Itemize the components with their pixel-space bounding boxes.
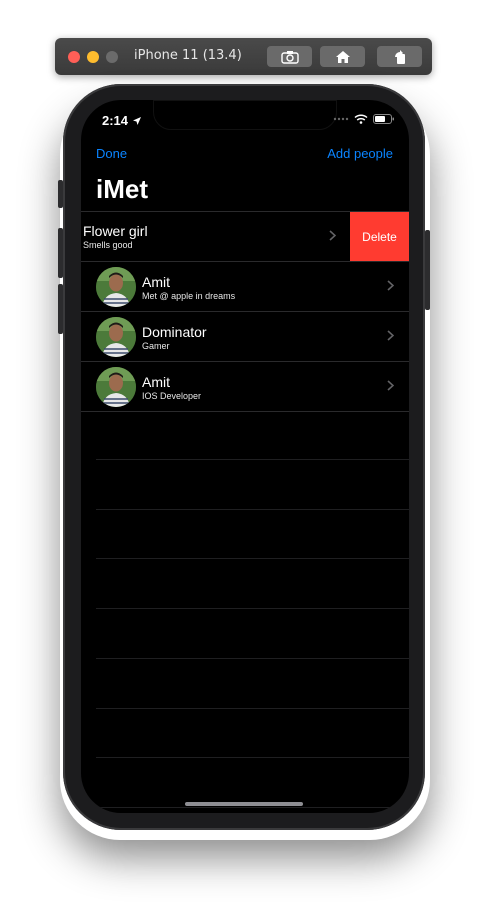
empty-row-divider	[96, 757, 409, 758]
notch	[153, 100, 337, 130]
simulator-title-bar: iPhone 11 (13.4)	[55, 38, 432, 75]
close-window-button[interactable]	[68, 51, 80, 63]
simulator-title: iPhone 11 (13.4)	[134, 48, 242, 63]
add-people-button[interactable]: Add people	[327, 146, 393, 161]
wifi-icon	[354, 114, 368, 124]
zoom-window-button[interactable]	[106, 51, 118, 63]
page-title: iMet	[96, 174, 148, 204]
list-item-name: Dominator	[142, 324, 207, 340]
side-button	[425, 230, 430, 310]
avatar	[96, 367, 136, 407]
phone-screen: 2:14 Done Add people iMet Flower girl Sm…	[81, 100, 409, 813]
battery-icon	[373, 114, 394, 124]
home-button[interactable]	[320, 46, 365, 67]
list-item-subtitle: Met @ apple in dreams	[142, 291, 236, 301]
empty-row-divider	[96, 658, 409, 659]
list-item-name: Amit	[142, 374, 170, 390]
screenshot-button[interactable]	[267, 46, 312, 67]
empty-row-divider	[96, 558, 409, 559]
list-item-name: Flower girl	[83, 223, 148, 239]
location-arrow-icon	[132, 117, 141, 125]
status-icons	[333, 114, 395, 124]
list-item[interactable]: Dominator Gamer	[81, 312, 409, 362]
empty-row-divider	[96, 509, 409, 510]
chevron-right-icon	[329, 230, 336, 241]
list-item-name: Amit	[142, 274, 170, 290]
time-text: 2:14	[102, 113, 129, 128]
avatar	[96, 267, 136, 307]
list-item-subtitle: Smells good	[83, 240, 133, 250]
rotate-icon	[394, 49, 405, 64]
empty-row-divider	[96, 608, 409, 609]
empty-row-divider	[96, 708, 409, 709]
list-item[interactable]: Amit IOS Developer	[81, 362, 409, 412]
volume-up-button	[58, 228, 63, 278]
home-indicator[interactable]	[185, 802, 303, 806]
minimize-window-button[interactable]	[87, 51, 99, 63]
empty-row-divider	[96, 807, 409, 808]
chevron-right-icon	[387, 380, 394, 391]
rotate-button[interactable]	[377, 46, 422, 67]
chevron-right-icon	[387, 330, 394, 341]
camera-icon	[280, 50, 299, 64]
empty-row-divider	[96, 459, 409, 460]
list-item[interactable]: Amit Met @ apple in dreams	[81, 262, 409, 312]
list-item-subtitle: IOS Developer	[142, 391, 202, 401]
done-button[interactable]: Done	[96, 146, 127, 161]
home-icon	[335, 50, 350, 63]
chevron-right-icon	[387, 280, 394, 291]
volume-down-button	[58, 284, 63, 334]
cellular-signal-icon	[333, 117, 349, 121]
mute-switch	[58, 180, 63, 208]
status-time: 2:14	[102, 113, 141, 128]
delete-button[interactable]: Delete	[350, 212, 409, 261]
list-item-subtitle: Gamer	[142, 341, 170, 351]
avatar	[96, 317, 136, 357]
